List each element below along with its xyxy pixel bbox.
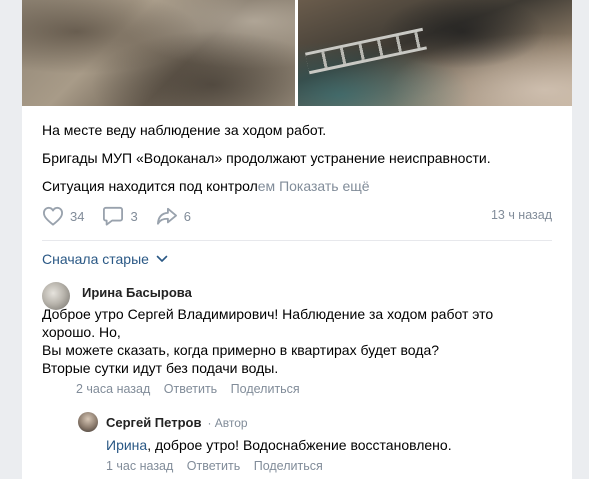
post-timestamp[interactable]: 13 ч назад <box>491 208 552 222</box>
avatar[interactable] <box>78 412 98 432</box>
divider <box>42 240 552 241</box>
like-button[interactable]: 34 <box>42 206 84 226</box>
truncated-text: Ситуация находится под контрол <box>42 178 258 194</box>
post-photo-1[interactable] <box>22 0 295 106</box>
post-paragraph-truncated: Ситуация находится под контролем Показат… <box>42 176 370 196</box>
comment-text-body: , доброе утро! Водоснабжение восстановле… <box>147 437 452 453</box>
comment-text: Ирина, доброе утро! Водоснабжение восста… <box>106 436 556 454</box>
comment-button[interactable]: 3 <box>102 206 138 226</box>
share-comment-button[interactable]: Поделиться <box>231 382 300 396</box>
chevron-down-icon <box>156 255 168 262</box>
comment-text-line: Вторые сутки идут без подачи воды. <box>42 360 279 376</box>
comment-icon <box>103 206 124 226</box>
post-actions: 34 3 6 <box>42 205 209 227</box>
truncated-fade: ем <box>257 178 276 194</box>
share-comment-button[interactable]: Поделиться <box>254 459 323 473</box>
sort-label: Сначала старые <box>42 251 149 267</box>
comment-meta: 2 часа назад Ответить Поделиться <box>76 382 310 396</box>
shares-count: 6 <box>183 208 191 224</box>
comment-time[interactable]: 1 час назад <box>106 459 173 473</box>
comments-sort-dropdown[interactable]: Сначала старые <box>42 251 168 267</box>
comment-meta: 1 час назад Ответить Поделиться <box>106 459 333 473</box>
likes-count: 34 <box>70 208 85 224</box>
reply-button[interactable]: Ответить <box>164 382 217 396</box>
share-icon <box>156 207 177 225</box>
post-photos <box>22 0 572 106</box>
post-paragraph-2: Бригады МУП «Водоканал» продолжают устра… <box>42 150 491 166</box>
post-card: На месте веду наблюдение за ходом работ.… <box>22 0 572 479</box>
comment-author: Сергей Петров · Автор <box>106 415 248 430</box>
comment-time[interactable]: 2 часа назад <box>76 382 150 396</box>
ladder-detail <box>305 27 427 75</box>
comment-text-line: Вы можете сказать, когда примерно в квар… <box>42 342 440 358</box>
heart-icon <box>43 206 63 226</box>
comment-text-line: хорошо. Но, <box>42 324 121 340</box>
comment-author-name[interactable]: Сергей Петров <box>106 415 201 430</box>
post-photo-2[interactable] <box>298 0 572 106</box>
comment-text-line: Доброе утро Сергей Владимирович! Наблюде… <box>42 306 494 322</box>
comment-author[interactable]: Ирина Басырова <box>82 285 192 300</box>
post-paragraph-1: На месте веду наблюдение за ходом работ. <box>42 122 327 138</box>
comment-text: Доброе утро Сергей Владимирович! Наблюде… <box>42 305 562 377</box>
mention-link[interactable]: Ирина <box>106 437 147 453</box>
reply-button[interactable]: Ответить <box>187 459 240 473</box>
author-badge: · Автор <box>207 416 248 430</box>
show-more-link[interactable]: Показать ещё <box>279 178 370 194</box>
share-button[interactable]: 6 <box>156 206 191 226</box>
comments-count: 3 <box>130 208 138 224</box>
